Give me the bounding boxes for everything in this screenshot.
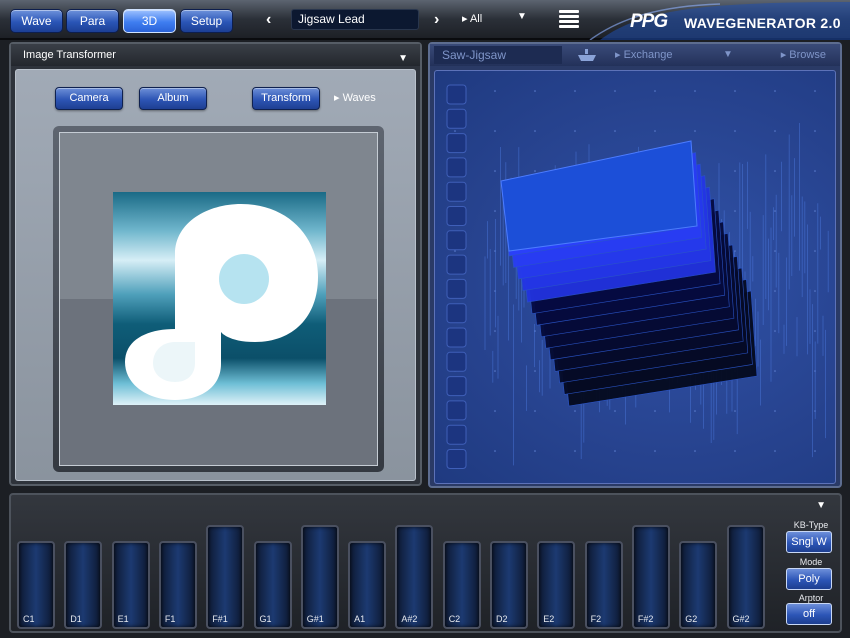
key-label: D2 [496,614,508,624]
wave-panel-header: Saw-Jigsaw ▸ Exchange ▼ ▸ Browse [430,44,840,66]
panel-header: Image Transformer ▼ [11,44,420,66]
tab-setup[interactable]: Setup [180,9,233,33]
arptor-label: Arptor [798,593,824,603]
chevron-down-icon[interactable]: ▼ [398,48,408,70]
piano-key-g2[interactable]: G2 [679,541,718,629]
wave-name-field[interactable]: Saw-Jigsaw [434,46,562,64]
tab-wave[interactable]: Wave [10,9,63,33]
mode-label: Mode [799,557,823,567]
app-title: WAVEGENERATOR 2.0 [684,15,841,31]
keyboard-panel: ▼ C1 D1 E1 F1 F#1 G1 G#1 A1 A#2 C2 D2 E2 F2 F#2 G2 G#2 … [9,493,842,633]
kb-type-label: KB-Type [793,520,829,530]
wavetable-render [446,84,829,469]
key-label: C1 [23,614,35,624]
mode-button[interactable]: Poly [786,568,832,590]
source-image [113,192,326,405]
piano-key-d2[interactable]: D2 [490,541,528,629]
3d-wave-panel: Saw-Jigsaw ▸ Exchange ▼ ▸ Browse [428,42,842,488]
key-label: G#2 [732,614,750,624]
prev-preset-icon[interactable]: ‹ [266,10,271,30]
piano-key-e1[interactable]: E1 [111,541,150,629]
piano-key-e2[interactable]: E2 [537,541,576,629]
piano-key-g1[interactable]: G1 [253,541,292,629]
image-preview [59,132,378,466]
next-preset-icon[interactable]: › [434,10,439,30]
wave-slot-column[interactable] [446,84,467,469]
panel-body: Camera Album Transform ▸ Waves [15,69,416,481]
waves-link[interactable]: ▸ Waves [334,91,376,104]
chevron-down-icon[interactable]: ▼ [723,49,733,60]
top-bar: Wave Para 3D Setup ‹ Jigsaw Lead › ▸ All… [0,0,850,40]
preset-filter[interactable]: ▸ All [462,12,482,25]
key-label: G2 [685,614,698,624]
piano-key-gsharp1[interactable]: G#1 [300,525,339,629]
key-label: F#2 [637,614,654,624]
key-label: E2 [543,614,555,624]
key-label: A1 [354,614,366,624]
camera-button[interactable]: Camera [55,87,123,110]
browse-link[interactable]: ▸ Browse [781,48,826,61]
key-label: F1 [164,614,176,624]
chevron-down-icon[interactable]: ▼ [816,500,826,511]
tab-para[interactable]: Para [66,9,119,33]
key-label: F2 [590,614,602,624]
key-label: C2 [448,614,461,624]
preset-name-display[interactable]: Jigsaw Lead [291,9,419,30]
transform-button[interactable]: Transform [252,87,320,110]
piano-key-d1[interactable]: D1 [64,541,103,629]
piano-key-c1[interactable]: C1 [17,541,55,629]
piano-key-f1[interactable]: F1 [158,541,197,629]
ship-icon[interactable] [577,48,597,62]
wavetable-3d-view[interactable] [434,70,836,484]
exchange-link[interactable]: ▸ Exchange [615,48,673,61]
image-transformer-panel: Image Transformer ▼ Camera Album Transfo… [9,42,422,486]
arptor-button[interactable]: off [786,603,832,625]
piano-key-gsharp2[interactable]: G#2 [726,525,765,629]
key-label: G1 [259,614,272,624]
menu-icon[interactable] [559,10,579,28]
piano-key-c2[interactable]: C2 [442,541,481,629]
ppg-logo: PPG [630,11,668,32]
key-label: A#2 [401,614,418,624]
chevron-down-icon[interactable]: ▼ [517,11,527,22]
piano-key-fsharp1[interactable]: F#1 [206,525,245,629]
tab-3d[interactable]: 3D [123,9,176,33]
piano-key-f2[interactable]: F2 [584,541,623,629]
piano-key-a1[interactable]: A1 [348,541,387,629]
key-label: G#1 [306,614,324,624]
key-label: E1 [117,614,129,624]
key-label: F#1 [212,614,228,624]
image-preview-frame [53,126,384,472]
kb-type-button[interactable]: Sngl W [786,531,832,553]
key-label: D1 [70,614,82,624]
piano-key-asharp2[interactable]: A#2 [395,525,434,629]
album-button[interactable]: Album [139,87,207,110]
panel-title: Image Transformer [23,49,116,61]
piano-key-fsharp2[interactable]: F#2 [631,525,670,629]
